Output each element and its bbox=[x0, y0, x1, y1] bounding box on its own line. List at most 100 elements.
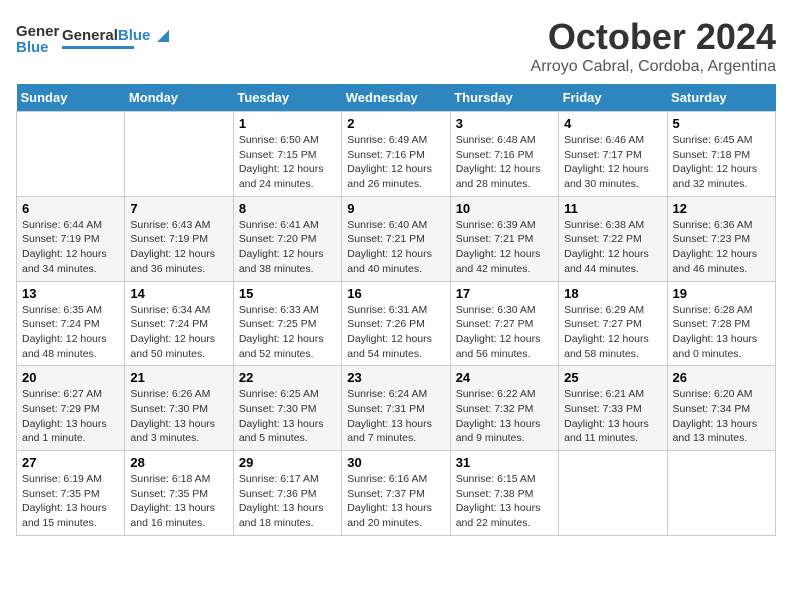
weekday-header-monday: Monday bbox=[125, 84, 233, 112]
day-info: Sunrise: 6:45 AM Sunset: 7:18 PM Dayligh… bbox=[673, 133, 770, 192]
calendar-week-1: 1 Sunrise: 6:50 AM Sunset: 7:15 PM Daylig… bbox=[17, 112, 776, 197]
calendar-cell: 11Sunrise: 6:38 AM Sunset: 7:22 PM Dayli… bbox=[559, 196, 667, 281]
calendar-cell: 19 Sunrise: 6:28 AM Sunset: 7:28 PM Dayli… bbox=[667, 281, 775, 366]
calendar-cell: 24Sunrise: 6:22 AM Sunset: 7:32 PM Dayli… bbox=[450, 366, 558, 451]
page-subtitle: Arroyo Cabral, Cordoba, Argentina bbox=[531, 58, 776, 76]
calendar-cell: 29Sunrise: 6:17 AM Sunset: 7:36 PM Dayli… bbox=[233, 451, 341, 536]
weekday-header-wednesday: Wednesday bbox=[342, 84, 450, 112]
calendar-week-4: 20 Sunrise: 6:27 AM Sunset: 7:29 PM Dayli… bbox=[17, 366, 776, 451]
day-number: 26 bbox=[673, 370, 770, 385]
day-info: Sunrise: 6:50 AM Sunset: 7:15 PM Dayligh… bbox=[239, 133, 336, 192]
day-number: 1 bbox=[239, 116, 336, 131]
day-number: 11 bbox=[564, 201, 661, 216]
day-info: Sunrise: 6:46 AM Sunset: 7:17 PM Dayligh… bbox=[564, 133, 661, 192]
weekday-header-thursday: Thursday bbox=[450, 84, 558, 112]
page-title: October 2024 bbox=[531, 16, 776, 58]
page-header: General Blue GeneralBlue October 2024 Ar… bbox=[16, 16, 776, 76]
day-info: Sunrise: 6:39 AM Sunset: 7:21 PM Dayligh… bbox=[456, 218, 553, 277]
calendar-cell: 9 Sunrise: 6:40 AM Sunset: 7:21 PM Daylig… bbox=[342, 196, 450, 281]
day-number: 29 bbox=[239, 455, 336, 470]
logo-underline bbox=[62, 46, 134, 49]
calendar-cell: 31Sunrise: 6:15 AM Sunset: 7:38 PM Dayli… bbox=[450, 451, 558, 536]
day-info: Sunrise: 6:18 AM Sunset: 7:35 PM Dayligh… bbox=[130, 472, 227, 531]
day-number: 22 bbox=[239, 370, 336, 385]
day-info: Sunrise: 6:34 AM Sunset: 7:24 PM Dayligh… bbox=[130, 303, 227, 362]
day-info: Sunrise: 6:19 AM Sunset: 7:35 PM Dayligh… bbox=[22, 472, 119, 531]
day-info: Sunrise: 6:24 AM Sunset: 7:31 PM Dayligh… bbox=[347, 387, 444, 446]
day-info: Sunrise: 6:31 AM Sunset: 7:26 PM Dayligh… bbox=[347, 303, 444, 362]
calendar-cell: 30 Sunrise: 6:16 AM Sunset: 7:37 PM Dayli… bbox=[342, 451, 450, 536]
day-info: Sunrise: 6:22 AM Sunset: 7:32 PM Dayligh… bbox=[456, 387, 553, 446]
calendar-week-5: 27 Sunrise: 6:19 AM Sunset: 7:35 PM Dayli… bbox=[17, 451, 776, 536]
calendar-cell: 5 Sunrise: 6:45 AM Sunset: 7:18 PM Daylig… bbox=[667, 112, 775, 197]
day-info: Sunrise: 6:48 AM Sunset: 7:16 PM Dayligh… bbox=[456, 133, 553, 192]
day-number: 16 bbox=[347, 286, 444, 301]
svg-text:General: General bbox=[16, 23, 60, 40]
header-row: SundayMondayTuesdayWednesdayThursdayFrid… bbox=[17, 84, 776, 112]
calendar-table: SundayMondayTuesdayWednesdayThursdayFrid… bbox=[16, 84, 776, 536]
logo-icon: General Blue bbox=[16, 16, 60, 60]
day-number: 10 bbox=[456, 201, 553, 216]
calendar-cell: 20 Sunrise: 6:27 AM Sunset: 7:29 PM Dayli… bbox=[17, 366, 125, 451]
calendar-cell: 2 Sunrise: 6:49 AM Sunset: 7:16 PM Daylig… bbox=[342, 112, 450, 197]
calendar-cell: 28 Sunrise: 6:18 AM Sunset: 7:35 PM Dayli… bbox=[125, 451, 233, 536]
day-number: 13 bbox=[22, 286, 119, 301]
calendar-cell: 25 Sunrise: 6:21 AM Sunset: 7:33 PM Dayli… bbox=[559, 366, 667, 451]
day-info: Sunrise: 6:27 AM Sunset: 7:29 PM Dayligh… bbox=[22, 387, 119, 446]
calendar-cell: 16 Sunrise: 6:31 AM Sunset: 7:26 PM Dayli… bbox=[342, 281, 450, 366]
weekday-header-friday: Friday bbox=[559, 84, 667, 112]
logo-general: General bbox=[62, 27, 118, 44]
day-number: 15 bbox=[239, 286, 336, 301]
calendar-cell: 6 Sunrise: 6:44 AM Sunset: 7:19 PM Daylig… bbox=[17, 196, 125, 281]
day-number: 5 bbox=[673, 116, 770, 131]
day-number: 19 bbox=[673, 286, 770, 301]
day-info: Sunrise: 6:20 AM Sunset: 7:34 PM Dayligh… bbox=[673, 387, 770, 446]
day-info: Sunrise: 6:36 AM Sunset: 7:23 PM Dayligh… bbox=[673, 218, 770, 277]
weekday-header-tuesday: Tuesday bbox=[233, 84, 341, 112]
calendar-cell: 15Sunrise: 6:33 AM Sunset: 7:25 PM Dayli… bbox=[233, 281, 341, 366]
day-info: Sunrise: 6:28 AM Sunset: 7:28 PM Dayligh… bbox=[673, 303, 770, 362]
day-number: 14 bbox=[130, 286, 227, 301]
calendar-cell: 13 Sunrise: 6:35 AM Sunset: 7:24 PM Dayli… bbox=[17, 281, 125, 366]
calendar-cell: 26 Sunrise: 6:20 AM Sunset: 7:34 PM Dayli… bbox=[667, 366, 775, 451]
day-number: 31 bbox=[456, 455, 553, 470]
calendar-cell: 8 Sunrise: 6:41 AM Sunset: 7:20 PM Daylig… bbox=[233, 196, 341, 281]
calendar-cell: 22Sunrise: 6:25 AM Sunset: 7:30 PM Dayli… bbox=[233, 366, 341, 451]
day-number: 20 bbox=[22, 370, 119, 385]
day-info: Sunrise: 6:21 AM Sunset: 7:33 PM Dayligh… bbox=[564, 387, 661, 446]
calendar-cell bbox=[667, 451, 775, 536]
day-info: Sunrise: 6:35 AM Sunset: 7:24 PM Dayligh… bbox=[22, 303, 119, 362]
calendar-cell: 12Sunrise: 6:36 AM Sunset: 7:23 PM Dayli… bbox=[667, 196, 775, 281]
calendar-cell: 17 Sunrise: 6:30 AM Sunset: 7:27 PM Dayli… bbox=[450, 281, 558, 366]
day-number: 28 bbox=[130, 455, 227, 470]
day-number: 25 bbox=[564, 370, 661, 385]
calendar-cell: 3 Sunrise: 6:48 AM Sunset: 7:16 PM Daylig… bbox=[450, 112, 558, 197]
day-info: Sunrise: 6:49 AM Sunset: 7:16 PM Dayligh… bbox=[347, 133, 444, 192]
day-number: 17 bbox=[456, 286, 553, 301]
calendar-cell bbox=[17, 112, 125, 197]
day-number: 9 bbox=[347, 201, 444, 216]
day-number: 7 bbox=[130, 201, 227, 216]
day-info: Sunrise: 6:16 AM Sunset: 7:37 PM Dayligh… bbox=[347, 472, 444, 531]
calendar-cell: 27 Sunrise: 6:19 AM Sunset: 7:35 PM Dayli… bbox=[17, 451, 125, 536]
calendar-week-3: 13 Sunrise: 6:35 AM Sunset: 7:24 PM Dayli… bbox=[17, 281, 776, 366]
day-info: Sunrise: 6:44 AM Sunset: 7:19 PM Dayligh… bbox=[22, 218, 119, 277]
day-number: 8 bbox=[239, 201, 336, 216]
day-number: 2 bbox=[347, 116, 444, 131]
calendar-cell: 10 Sunrise: 6:39 AM Sunset: 7:21 PM Dayli… bbox=[450, 196, 558, 281]
day-number: 27 bbox=[22, 455, 119, 470]
day-number: 6 bbox=[22, 201, 119, 216]
svg-text:Blue: Blue bbox=[16, 39, 49, 56]
day-number: 3 bbox=[456, 116, 553, 131]
day-info: Sunrise: 6:30 AM Sunset: 7:27 PM Dayligh… bbox=[456, 303, 553, 362]
day-info: Sunrise: 6:41 AM Sunset: 7:20 PM Dayligh… bbox=[239, 218, 336, 277]
calendar-cell: 14 Sunrise: 6:34 AM Sunset: 7:24 PM Dayli… bbox=[125, 281, 233, 366]
day-number: 23 bbox=[347, 370, 444, 385]
day-number: 21 bbox=[130, 370, 227, 385]
day-info: Sunrise: 6:40 AM Sunset: 7:21 PM Dayligh… bbox=[347, 218, 444, 277]
day-info: Sunrise: 6:43 AM Sunset: 7:19 PM Dayligh… bbox=[130, 218, 227, 277]
day-number: 18 bbox=[564, 286, 661, 301]
day-number: 30 bbox=[347, 455, 444, 470]
weekday-header-saturday: Saturday bbox=[667, 84, 775, 112]
logo: General Blue GeneralBlue bbox=[16, 16, 171, 60]
